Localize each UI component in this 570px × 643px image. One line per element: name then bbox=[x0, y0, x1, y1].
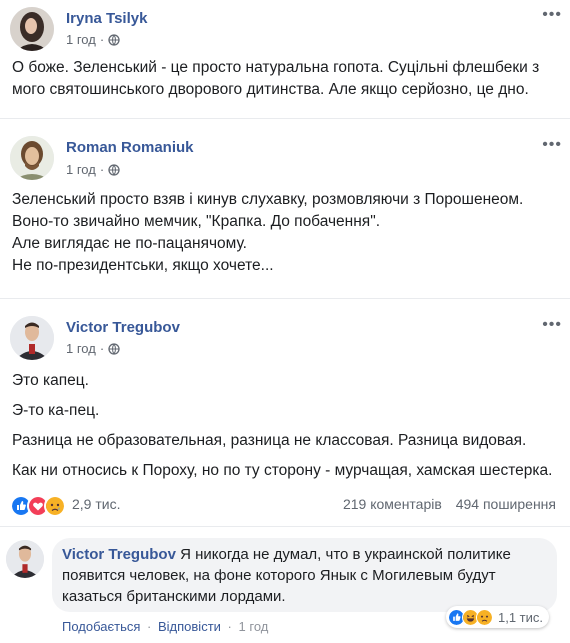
reaction-icons[interactable] bbox=[10, 495, 66, 517]
comment-actions: Подобається · Відповісти · 1 год bbox=[62, 619, 268, 634]
comment-author[interactable]: Victor Tregubov bbox=[62, 546, 176, 563]
globe-icon bbox=[108, 163, 120, 176]
post-paragraph: Э-то ка-пец. bbox=[12, 402, 100, 419]
post-text: Это капец. Э-то ка-пец. Разница не образ… bbox=[12, 370, 552, 482]
globe-icon bbox=[108, 33, 120, 46]
divider bbox=[0, 118, 570, 119]
comments-count[interactable]: 219 коментарів bbox=[343, 496, 442, 512]
post-line: О боже. Зеленський - це просто натуральн… bbox=[12, 59, 540, 76]
comment-reactions[interactable]: 1,1 тис. bbox=[446, 606, 550, 628]
more-options-icon[interactable]: ••• bbox=[542, 137, 562, 153]
post-paragraph: Это капец. bbox=[12, 372, 89, 389]
separator-dot: · bbox=[227, 619, 232, 634]
avatar-photo-icon bbox=[6, 540, 44, 578]
comment-bubble: Victor Tregubov Я никогда не думал, что … bbox=[52, 538, 557, 612]
post-meta: 1 год · bbox=[66, 162, 120, 177]
post-line: Зеленський просто взяв і кинув слухавку,… bbox=[12, 191, 524, 208]
reply-link[interactable]: Відповісти bbox=[158, 619, 221, 634]
avatar-photo-icon bbox=[10, 136, 54, 180]
avatar-photo-icon bbox=[10, 316, 54, 360]
post-author[interactable]: Roman Romaniuk bbox=[66, 139, 194, 156]
more-options-icon[interactable]: ••• bbox=[542, 317, 562, 333]
avatar[interactable] bbox=[10, 7, 54, 51]
post-time[interactable]: 1 год bbox=[66, 162, 96, 177]
divider bbox=[0, 298, 570, 299]
separator-dot: · bbox=[147, 619, 152, 634]
avatar[interactable] bbox=[10, 136, 54, 180]
reaction-count[interactable]: 2,9 тис. bbox=[72, 496, 120, 512]
post-stats: 2,9 тис. 219 коментарів 494 поширення bbox=[0, 493, 570, 517]
comment-content: Victor Tregubov Я никогда не думал, что … bbox=[62, 544, 552, 607]
post-line: мого святошинського дворового дитинства.… bbox=[12, 81, 529, 98]
avatar[interactable] bbox=[10, 316, 54, 360]
divider bbox=[0, 526, 570, 527]
post-meta: 1 год · bbox=[66, 341, 120, 356]
post-time[interactable]: 1 год bbox=[66, 341, 96, 356]
globe-icon bbox=[108, 342, 120, 355]
post-time[interactable]: 1 год bbox=[66, 32, 96, 47]
more-options-icon[interactable]: ••• bbox=[542, 7, 562, 23]
comment-avatar[interactable] bbox=[6, 540, 44, 578]
post-counters: 219 коментарів 494 поширення bbox=[333, 496, 556, 512]
comment-reaction-count: 1,1 тис. bbox=[498, 609, 544, 625]
shares-count[interactable]: 494 поширення bbox=[456, 496, 556, 512]
like-link[interactable]: Подобається bbox=[62, 619, 140, 634]
sad-icon bbox=[476, 608, 493, 626]
post-text: О боже. Зеленський - це просто натуральн… bbox=[12, 57, 539, 101]
post-paragraph: Разница не образовательная, разница не к… bbox=[12, 432, 527, 449]
comment-time[interactable]: 1 год bbox=[239, 619, 269, 634]
post-author[interactable]: Victor Tregubov bbox=[66, 319, 180, 336]
post-text: Зеленський просто взяв і кинув слухавку,… bbox=[12, 189, 523, 277]
post-paragraph: Как ни относись к Пороху, но по ту сторо… bbox=[12, 462, 553, 479]
sad-icon bbox=[44, 495, 66, 517]
post-line: Воно-то звичайно мемчик, "Крапка. До поб… bbox=[12, 213, 381, 230]
avatar-photo-icon bbox=[10, 7, 54, 51]
post-meta: 1 год · bbox=[66, 32, 120, 47]
post-line: Але виглядає не по-пацанячому. bbox=[12, 235, 247, 252]
post-author[interactable]: Iryna Tsilyk bbox=[66, 10, 147, 27]
post-line: Не по-президентськи, якщо хочете... bbox=[12, 257, 274, 274]
